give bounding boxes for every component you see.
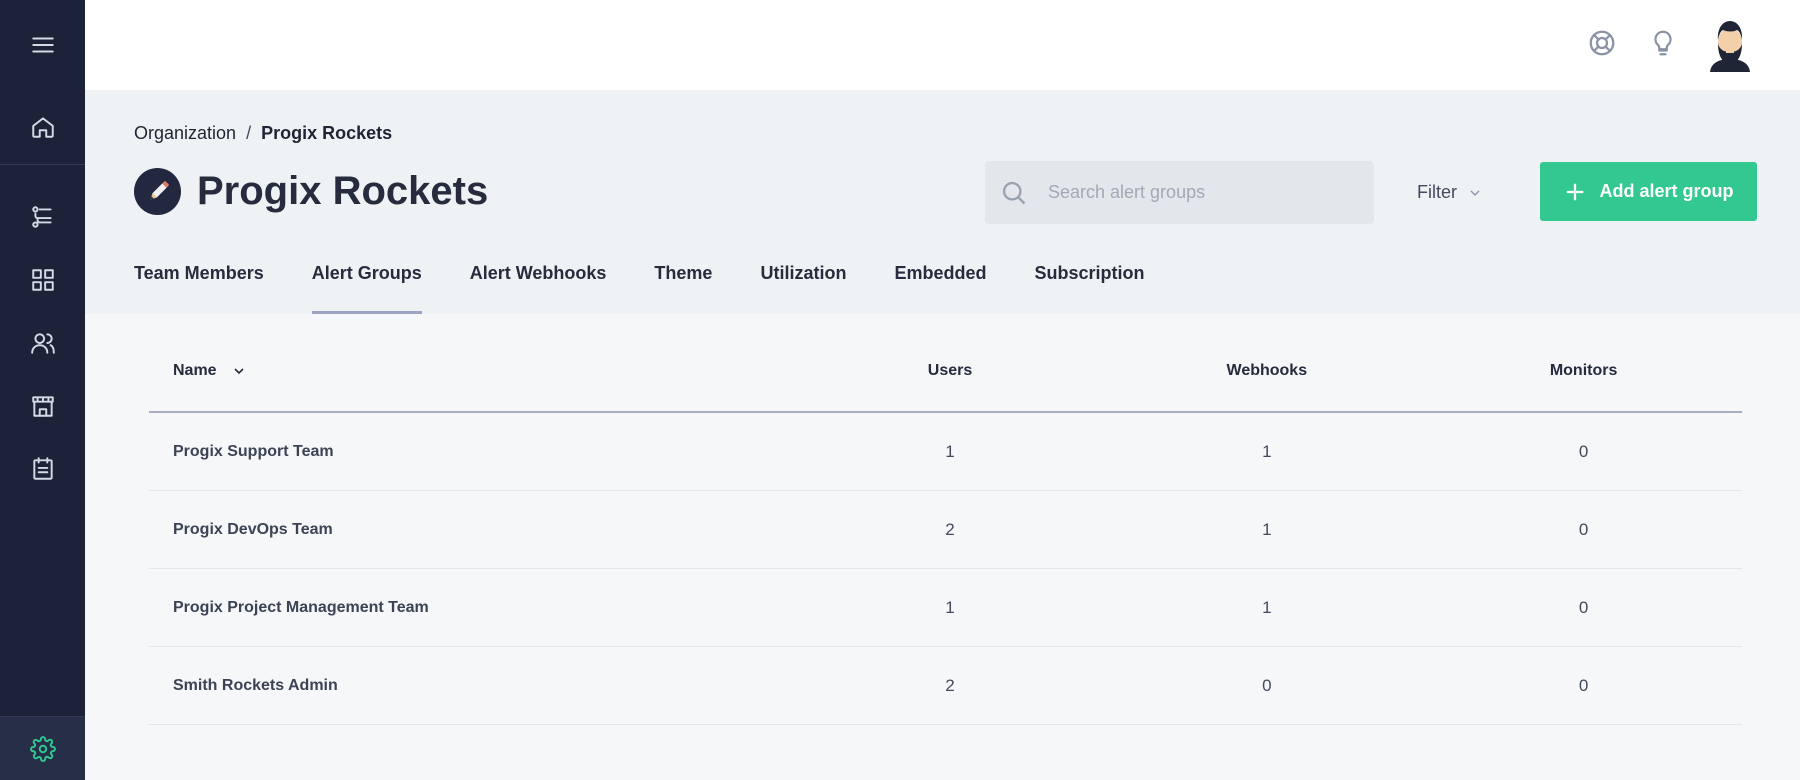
page-title: Progix Rockets	[197, 169, 489, 213]
row-monitors: 0	[1578, 675, 1589, 695]
menu-icon	[31, 37, 54, 53]
row-monitors: 0	[1578, 519, 1589, 539]
avatar[interactable]	[1707, 18, 1753, 72]
column-header-webhooks: Webhooks	[1226, 361, 1308, 379]
tab-embedded[interactable]: Embedded	[894, 248, 986, 314]
sidebar-item-store[interactable]	[0, 374, 85, 437]
row-name[interactable]: Progix DevOps Team	[149, 521, 792, 539]
breadcrumb: Organization / Progix Rockets	[134, 123, 392, 144]
sidebar	[0, 0, 85, 780]
sidebar-item-home[interactable]	[0, 90, 85, 164]
row-webhooks: 0	[1262, 675, 1272, 695]
sidebar-item-dashboards[interactable]	[0, 248, 85, 311]
row-webhooks: 1	[1262, 519, 1272, 539]
row-name[interactable]: Progix Project Management Team	[149, 599, 792, 617]
tab-alert-groups[interactable]: Alert Groups	[311, 248, 422, 314]
avatar-icon	[1710, 21, 1750, 72]
users-icon	[30, 332, 55, 354]
ideas-button[interactable]	[1648, 28, 1678, 58]
column-header-name[interactable]: Name	[149, 362, 792, 380]
help-icon	[1589, 30, 1615, 56]
tab-theme[interactable]: Theme	[654, 248, 712, 314]
column-header-monitors: Monitors	[1549, 361, 1618, 379]
breadcrumb-separator: /	[246, 123, 252, 143]
column-header-name-label: Name	[173, 361, 217, 379]
filter-dropdown[interactable]: Filter	[1417, 161, 1483, 224]
search-box	[985, 161, 1374, 224]
sidebar-item-flows[interactable]	[0, 185, 85, 248]
breadcrumb-organization[interactable]: Organization	[134, 123, 236, 144]
table-header: Name Users Webhooks Monitors	[149, 330, 1742, 413]
row-name[interactable]: Smith Rockets Admin	[149, 677, 792, 695]
add-alert-group-button[interactable]: Add alert group	[1540, 162, 1757, 221]
flow-icon	[31, 205, 52, 228]
row-users: 1	[945, 597, 955, 617]
table-row[interactable]: Progix Support Team 1 1 0	[149, 413, 1742, 491]
tab-alert-webhooks[interactable]: Alert Webhooks	[470, 248, 607, 314]
search-icon	[1002, 181, 1026, 204]
pencil-icon	[149, 180, 169, 200]
row-name[interactable]: Progix Support Team	[149, 443, 792, 461]
sidebar-item-settings[interactable]	[0, 716, 85, 780]
help-button[interactable]	[1587, 28, 1617, 58]
sort-chevron-icon	[234, 367, 244, 374]
table-row[interactable]: Progix DevOps Team 2 1 0	[149, 491, 1742, 569]
lightbulb-icon	[1654, 30, 1672, 56]
tab-utilization[interactable]: Utilization	[760, 248, 846, 314]
row-monitors: 0	[1578, 441, 1589, 461]
table-row[interactable]: Smith Rockets Admin 2 0 0	[149, 647, 1742, 725]
clipboard-icon	[32, 456, 53, 480]
sidebar-item-reports[interactable]	[0, 437, 85, 500]
tab-subscription[interactable]: Subscription	[1034, 248, 1144, 314]
filter-label: Filter	[1417, 182, 1457, 202]
home-icon	[31, 117, 54, 138]
settings-icon	[29, 735, 56, 762]
row-users: 1	[945, 441, 955, 461]
tab-team-members[interactable]: Team Members	[134, 248, 264, 314]
search-input[interactable]	[1048, 182, 1348, 203]
row-webhooks: 1	[1262, 597, 1272, 617]
top-header	[85, 0, 1800, 90]
column-header-users: Users	[927, 361, 973, 379]
tab-bar: Team Members Alert Groups Alert Webhooks…	[134, 248, 1144, 314]
store-icon	[31, 395, 54, 417]
add-alert-group-label: Add alert group	[1599, 181, 1734, 201]
alert-groups-table: Name Users Webhooks Monitors Progix Supp…	[149, 330, 1742, 725]
table-row[interactable]: Progix Project Management Team 1 1 0	[149, 569, 1742, 647]
row-users: 2	[945, 519, 955, 539]
row-monitors: 0	[1578, 597, 1589, 617]
org-logo	[134, 168, 181, 215]
plus-icon	[1566, 183, 1583, 200]
breadcrumb-current: Progix Rockets	[261, 123, 393, 143]
row-webhooks: 1	[1262, 441, 1272, 461]
sidebar-item-users[interactable]	[0, 311, 85, 374]
sidebar-divider	[0, 164, 85, 165]
menu-button[interactable]	[0, 0, 85, 90]
chevron-down-icon	[1470, 190, 1480, 196]
row-users: 2	[945, 675, 955, 695]
grid-icon	[31, 268, 54, 291]
page-header: Organization / Progix Rockets Progix Roc…	[85, 90, 1800, 314]
